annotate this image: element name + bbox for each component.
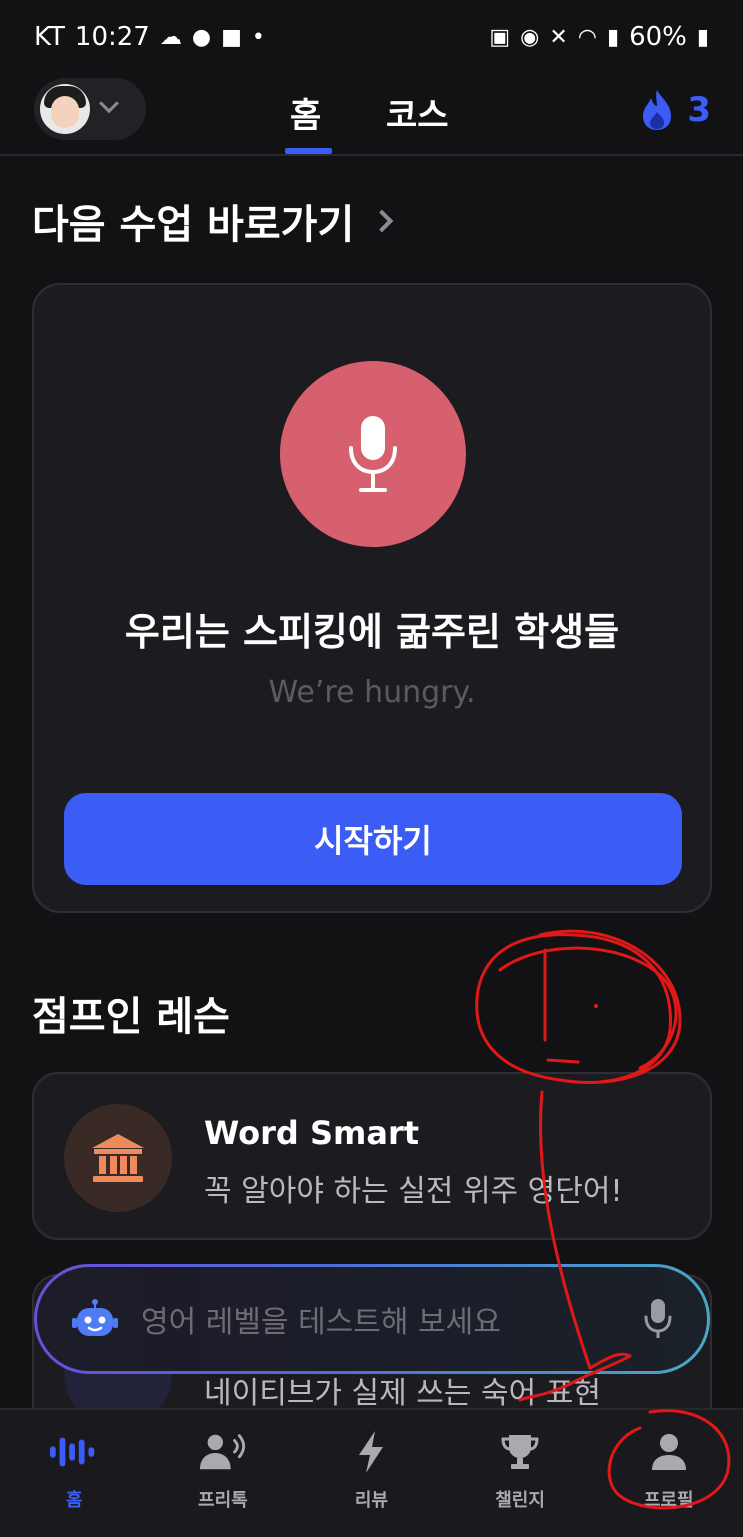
nfc-icon: ▣	[489, 24, 511, 50]
streak-count: 3	[687, 90, 711, 130]
nav-profile[interactable]: 프로필	[594, 1410, 743, 1537]
jump-in-item-icon	[64, 1104, 172, 1212]
tab-course[interactable]: 코스	[386, 88, 449, 137]
nav-home[interactable]: 홈	[0, 1410, 149, 1537]
nav-label: 프로필	[643, 1490, 694, 1511]
avatar	[40, 84, 90, 134]
microphone-icon[interactable]	[643, 1297, 673, 1341]
tab-home[interactable]: 홈	[290, 88, 321, 137]
battery-percent: 60%	[629, 22, 687, 52]
next-lesson-heading-text: 다음 수업 바로가기	[32, 202, 355, 248]
status-right: ▣ ◉ ✕ ◠ ▮ 60% ▮	[489, 22, 709, 52]
speaking-person-icon	[198, 1428, 248, 1476]
nav-label: 리뷰	[354, 1490, 389, 1511]
jump-in-item-subtitle: 꼭 알아야 하는 실전 위주 영단어!	[204, 1174, 623, 1209]
status-left: KT 10:27 ☁ ● ■ •	[34, 22, 265, 52]
talk-icon: ●	[191, 24, 212, 50]
alarm-icon: ◉	[520, 24, 540, 50]
next-lesson-card[interactable]: 우리는 스피킹에 굶주린 학생들 We’re hungry. 시작하기	[32, 283, 712, 913]
nav-label: 챌린지	[495, 1490, 545, 1511]
lightning-icon	[346, 1428, 396, 1476]
mute-icon: ✕	[549, 24, 568, 50]
lesson-title: 우리는 스피킹에 굶주린 학생들	[124, 610, 620, 654]
mic-badge	[280, 361, 466, 547]
start-button[interactable]: 시작하기	[64, 793, 682, 885]
nav-label: 프리톡	[198, 1490, 248, 1511]
microphone-icon	[349, 416, 397, 492]
jump-in-heading-text: 점프인 레슨	[32, 994, 230, 1040]
robot-icon	[72, 1299, 118, 1336]
bank-icon	[92, 1134, 144, 1182]
nav-label: 홈	[66, 1490, 83, 1511]
ai-level-test-bar[interactable]: 영어 레벨을 테스트해 보세요	[34, 1264, 710, 1374]
clock: 10:27	[74, 22, 150, 52]
flame-icon	[643, 90, 672, 130]
active-tab-indicator	[285, 148, 332, 154]
ai-bar-placeholder: 영어 레벨을 테스트해 보세요	[141, 1305, 501, 1340]
voice-wave-icon	[49, 1428, 99, 1476]
profile-icon	[644, 1428, 694, 1476]
chevron-down-icon	[99, 93, 119, 114]
carrier-label: KT	[34, 22, 65, 52]
jump-in-item[interactable]: Word Smart 꼭 알아야 하는 실전 위주 영단어!	[32, 1072, 712, 1240]
nav-challenge[interactable]: 챌린지	[446, 1410, 595, 1537]
top-nav: 홈 코스 3	[0, 76, 743, 156]
trophy-icon	[495, 1428, 545, 1476]
jump-in-item-title: Word Smart	[204, 1114, 420, 1152]
nav-freetalk[interactable]: 프리톡	[149, 1410, 298, 1537]
jump-in-heading: 점프인 레슨	[32, 984, 230, 1042]
chevron-right-icon	[370, 209, 394, 233]
b-app-icon: ■	[221, 24, 242, 50]
dot-icon: •	[251, 24, 265, 50]
profile-switcher[interactable]	[34, 78, 146, 140]
lesson-subtitle: We’re hungry.	[268, 675, 476, 710]
status-bar: KT 10:27 ☁ ● ■ • ▣ ◉ ✕ ◠ ▮ 60% ▮	[0, 0, 743, 80]
signal-icon: ▮	[606, 24, 620, 50]
next-lesson-heading[interactable]: 다음 수업 바로가기	[32, 192, 394, 250]
jump-in-item-subtitle: 네이티브가 실제 쓰는 숙어 표현	[204, 1376, 601, 1411]
battery-icon: ▮	[696, 24, 709, 50]
cloud-icon: ☁	[159, 24, 182, 50]
streak-counter[interactable]: 3	[639, 88, 711, 132]
bottom-nav: 홈 프리톡 리뷰 챌린지 프로필	[0, 1408, 743, 1537]
wifi-icon: ◠	[577, 24, 597, 50]
nav-review[interactable]: 리뷰	[297, 1410, 446, 1537]
